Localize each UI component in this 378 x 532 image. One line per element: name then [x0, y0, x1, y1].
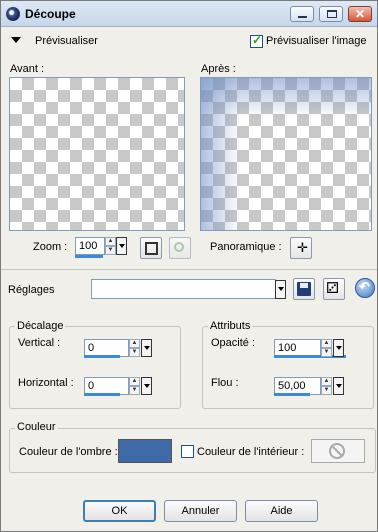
spin-down-icon[interactable]: ▼ [105, 246, 116, 255]
save-preset-button[interactable] [293, 278, 315, 300]
offset-group-title: Décalage [15, 320, 66, 332]
no-color-icon [329, 443, 345, 459]
separator [1, 269, 377, 270]
zoom-dropdown-button[interactable] [116, 237, 127, 255]
opacity-label: Opacité : [211, 337, 256, 349]
blur-label: Flou : [211, 377, 239, 389]
zoom-actual-button[interactable] [169, 237, 191, 259]
maximize-button[interactable] [319, 6, 343, 22]
horizontal-spinner[interactable]: ▲ ▼ [129, 377, 140, 395]
preview-toggle-label[interactable]: Prévisualiser [35, 35, 98, 47]
after-preview[interactable] [200, 77, 372, 231]
zoom-fit-icon [145, 242, 158, 255]
dice-icon: ⚂ [326, 280, 340, 297]
spin-up-icon[interactable]: ▲ [105, 237, 116, 246]
vertical-dropdown-button[interactable] [141, 339, 152, 357]
randomize-button[interactable]: ⚂ [323, 278, 345, 300]
undo-arrow-icon: ↶ [359, 279, 370, 294]
zoom-fit-button[interactable] [140, 237, 162, 259]
preview-image-checkbox[interactable] [250, 33, 263, 48]
after-label: Après : [201, 63, 236, 75]
pan-button[interactable]: ✛ [290, 237, 312, 259]
presets-select[interactable] [91, 279, 276, 299]
minimize-button[interactable] [290, 6, 314, 22]
close-button[interactable]: ✕ [348, 6, 372, 22]
maximize-icon [327, 10, 337, 18]
opacity-spinner[interactable]: ▲ ▼ [321, 339, 332, 357]
zoom-label: Zoom : [33, 241, 68, 253]
magnifier-icon [174, 242, 184, 252]
cancel-button[interactable]: Annuler [164, 500, 237, 522]
vertical-spinner[interactable]: ▲ ▼ [129, 339, 140, 357]
blur-slider-bar[interactable] [274, 393, 310, 396]
shadow-color-swatch[interactable] [118, 439, 172, 463]
vertical-label: Vertical : [18, 337, 61, 349]
color-group-title: Couleur [15, 421, 58, 433]
collapse-arrow-icon[interactable] [11, 37, 21, 43]
app-icon [6, 7, 20, 21]
presets-dropdown-button[interactable] [275, 280, 286, 299]
reset-button[interactable]: ↶ [355, 278, 375, 298]
horizontal-label: Horizontal : [18, 377, 74, 389]
dialog-window: Découpe ✕ Prévisualiser Prévisualiser l'… [0, 0, 378, 532]
vertical-slider-bar[interactable] [84, 355, 120, 358]
interior-color-swatch[interactable] [311, 439, 365, 463]
opacity-dropdown-button[interactable] [333, 339, 344, 357]
zoom-input[interactable]: 100 [75, 237, 105, 255]
blur-dropdown-button[interactable] [333, 377, 344, 395]
interior-color-checkbox[interactable] [181, 445, 194, 458]
minimize-icon [298, 16, 307, 18]
window-title: Découpe [25, 7, 76, 21]
title-bar[interactable]: Découpe ✕ [1, 1, 377, 27]
pan-label: Panoramique : [210, 241, 282, 253]
interior-color-label[interactable]: Couleur de l'intérieur : [197, 446, 304, 458]
zoom-spinner[interactable]: ▲ ▼ [105, 237, 116, 255]
close-icon: ✕ [355, 7, 366, 21]
ok-button[interactable]: OK [83, 500, 156, 522]
preview-image-label[interactable]: Prévisualiser l'image [266, 35, 367, 47]
blur-spinner[interactable]: ▲ ▼ [321, 377, 332, 395]
before-preview[interactable] [9, 77, 185, 231]
before-label: Avant : [10, 63, 45, 75]
help-button[interactable]: Aide [245, 500, 318, 522]
attributes-group-title: Attributs [208, 320, 253, 332]
move-icon: ✛ [297, 240, 308, 255]
zoom-slider-bar[interactable] [75, 255, 103, 258]
floppy-disk-icon [297, 282, 311, 296]
shadow-color-label: Couleur de l'ombre : [19, 446, 118, 458]
horizontal-dropdown-button[interactable] [141, 377, 152, 395]
horizontal-slider-bar[interactable] [84, 393, 120, 396]
presets-label: Réglages [8, 284, 55, 296]
